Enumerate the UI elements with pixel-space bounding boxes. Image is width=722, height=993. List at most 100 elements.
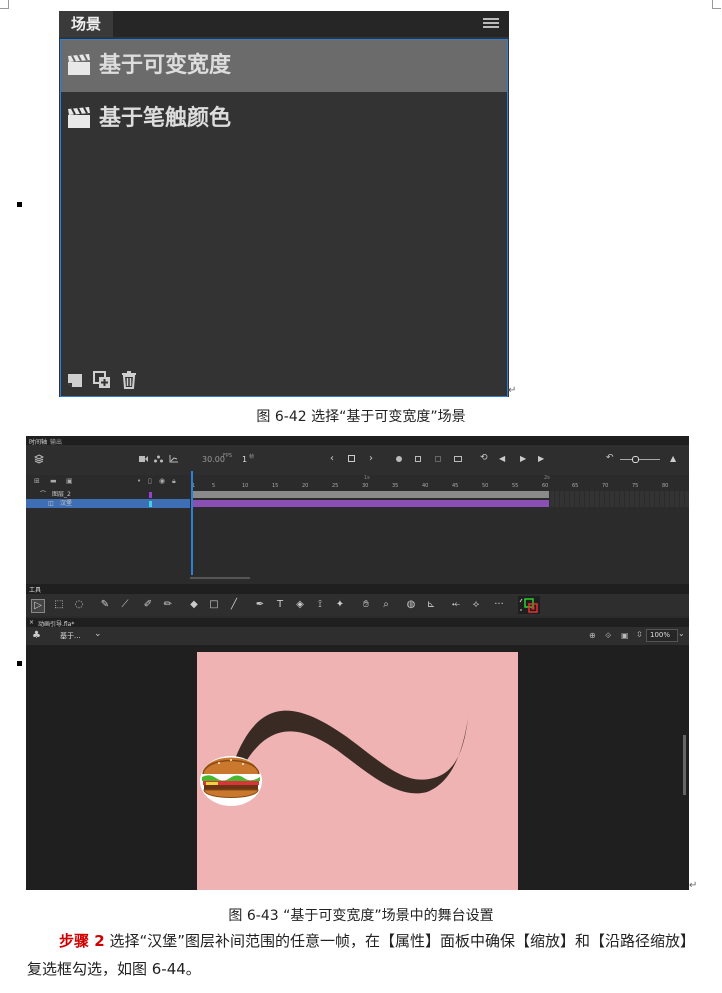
ruler-second-label: 1s	[364, 475, 370, 481]
ruler-tick-label: 70	[602, 483, 609, 489]
panel-tab-scenes[interactable]: 场景	[59, 11, 113, 37]
text-tool-icon[interactable]: T	[274, 599, 286, 611]
timeline-scrollbar[interactable]	[190, 577, 250, 579]
trash-icon[interactable]	[119, 370, 139, 390]
insert-frame-icon[interactable]	[454, 456, 462, 462]
stage-bar: ♣ 基于... ⌄ ⊕ ⟐ ▣ ⇳ 100% ⌄	[26, 627, 689, 645]
scenes-panel: 场景 基于可变宽度 基于笔触颜色	[59, 11, 509, 397]
current-frame[interactable]: 1	[242, 455, 247, 464]
zoom-slider-handle[interactable]	[632, 456, 639, 463]
zoom-slider[interactable]	[620, 459, 660, 460]
tween-icon[interactable]	[435, 456, 441, 462]
stage[interactable]	[197, 652, 518, 890]
visibility-icon[interactable]: ◉	[159, 477, 165, 485]
eyedropper-tool-icon[interactable]: ⟟	[314, 599, 326, 611]
zoom-field[interactable]: 100%	[646, 629, 678, 642]
ruler-tick-label: 30	[362, 483, 369, 489]
fps-value[interactable]: 30.00	[202, 455, 225, 464]
scene-list: 基于可变宽度 基于笔触颜色	[60, 39, 508, 397]
outline-icon[interactable]: ▯	[148, 477, 152, 485]
hand-tool-icon[interactable]: ✋︎	[360, 599, 372, 611]
clip-icon[interactable]: ▣	[621, 631, 629, 640]
layer-row[interactable]: ◫ 汉堡	[26, 499, 190, 508]
prev-keyframe-icon[interactable]: ‹	[330, 453, 334, 464]
layer-name: 图层_2	[52, 491, 71, 498]
undo-icon[interactable]: ↶	[606, 453, 614, 463]
clapperboard-icon	[68, 54, 90, 75]
ruler-tick-label: 10	[242, 483, 249, 489]
document-tabs: × 动画引导.fla*	[26, 618, 689, 628]
lasso-tool-icon[interactable]: ◌	[73, 599, 85, 611]
fluid-brush-tool-icon[interactable]: ✐	[142, 599, 154, 611]
chevron-down-icon[interactable]: ⌄	[94, 629, 102, 639]
close-tab-icon[interactable]: ×	[29, 619, 34, 626]
center-stage-icon[interactable]: ⊕	[589, 631, 596, 640]
mountain-icon[interactable]: ▲	[670, 454, 676, 463]
ruler-tick-label: 55	[512, 483, 519, 489]
selection-tool-icon[interactable]: ▷	[31, 599, 45, 613]
width-tool-icon[interactable]: ⟡	[470, 599, 482, 611]
stroke-fill-color-icon[interactable]	[518, 596, 540, 614]
highlight-icon[interactable]: •	[137, 477, 141, 485]
chevron-down-icon[interactable]: ⌄	[678, 629, 685, 638]
subselection-tool-icon[interactable]: ⊾	[425, 599, 437, 611]
line-tool-icon[interactable]: ╱	[228, 599, 240, 611]
play-icon[interactable]: ▶	[520, 454, 526, 463]
onion-skin-icon[interactable]	[396, 456, 402, 462]
layer-row[interactable]: ⌒ 图层_2	[26, 490, 190, 499]
fit-icon[interactable]: ⇳	[636, 630, 643, 639]
hamburger-icon	[200, 756, 262, 806]
next-keyframe-icon[interactable]: ›	[369, 453, 373, 464]
figure-caption: 图 6-42 选择“基于可变宽度”场景	[256, 409, 466, 425]
paint-brush-tool-icon[interactable]: ✎	[99, 599, 111, 611]
ruler-tick-label: 25	[332, 483, 339, 489]
ruler-tick-label: 35	[392, 483, 399, 489]
add-scene-icon[interactable]	[65, 370, 85, 390]
step-back-icon[interactable]: ◀	[499, 454, 505, 463]
scene-item-stroke-color[interactable]: 基于笔触颜色	[61, 93, 507, 145]
vertical-scrollbar[interactable]	[683, 735, 686, 795]
pencil-tool-icon[interactable]: ✏	[162, 599, 174, 611]
zoom-tool-icon[interactable]: ⌕	[380, 599, 392, 611]
eraser-tool-icon[interactable]: ◆	[188, 599, 200, 611]
ruler-tick-label: 80	[662, 483, 669, 489]
more-tools-icon[interactable]: ···	[493, 599, 505, 611]
ruler-second-label: 2s	[544, 475, 550, 481]
step-label: 步骤 2	[59, 932, 105, 950]
layers-icon[interactable]	[34, 454, 44, 464]
scene-name: 基于笔触颜色	[99, 106, 232, 131]
bone-tool-icon[interactable]: ⤝	[450, 599, 462, 611]
folder-icon[interactable]: ▬	[50, 477, 57, 485]
list-bullet	[17, 661, 22, 666]
scene-selector[interactable]: 基于...	[60, 631, 81, 641]
edit-multiple-frames-icon[interactable]	[415, 456, 421, 462]
layer-depth-icon[interactable]	[154, 455, 163, 463]
insert-keyframe-icon[interactable]	[348, 455, 355, 462]
guide-layer-span[interactable]	[192, 491, 549, 498]
free-transform-tool-icon[interactable]: ⬚	[53, 599, 65, 611]
scene-name: 基于可变宽度	[99, 53, 232, 78]
step-forward-icon[interactable]: ▶	[538, 454, 544, 463]
duplicate-scene-icon[interactable]	[92, 370, 112, 390]
figure-caption: 图 6-43 “基于可变宽度”场景中的舞台设置	[228, 908, 494, 924]
menu-icon[interactable]	[483, 18, 499, 30]
pin-tool-icon[interactable]: ✦	[334, 599, 346, 611]
brush-tool-icon[interactable]: ⟋	[119, 599, 131, 611]
new-layer-icon[interactable]: ⊞	[34, 477, 40, 485]
pen-tool-icon[interactable]: ✒	[254, 599, 266, 611]
scene-item-variable-width[interactable]: 基于可变宽度	[61, 40, 507, 92]
rectangle-tool-icon[interactable]: □	[208, 599, 220, 611]
rotate-stage-icon[interactable]: ⟐	[605, 631, 611, 641]
graph-icon[interactable]	[169, 455, 178, 463]
paint-bucket-tool-icon[interactable]: ◈	[294, 599, 306, 611]
loop-icon[interactable]: ⟲	[480, 453, 488, 463]
playhead[interactable]	[191, 471, 193, 575]
trash-icon[interactable]: ▣	[66, 477, 73, 485]
paragraph-mark: ↵	[508, 385, 517, 396]
lock-icon[interactable]: 🔒︎	[172, 477, 176, 486]
camera-icon[interactable]	[139, 455, 148, 463]
tween-span[interactable]	[192, 500, 549, 507]
paragraph-mark: ↵	[689, 880, 698, 891]
scene-icon[interactable]: ♣	[32, 630, 41, 641]
3d-rotation-tool-icon[interactable]: ◍	[405, 599, 417, 611]
